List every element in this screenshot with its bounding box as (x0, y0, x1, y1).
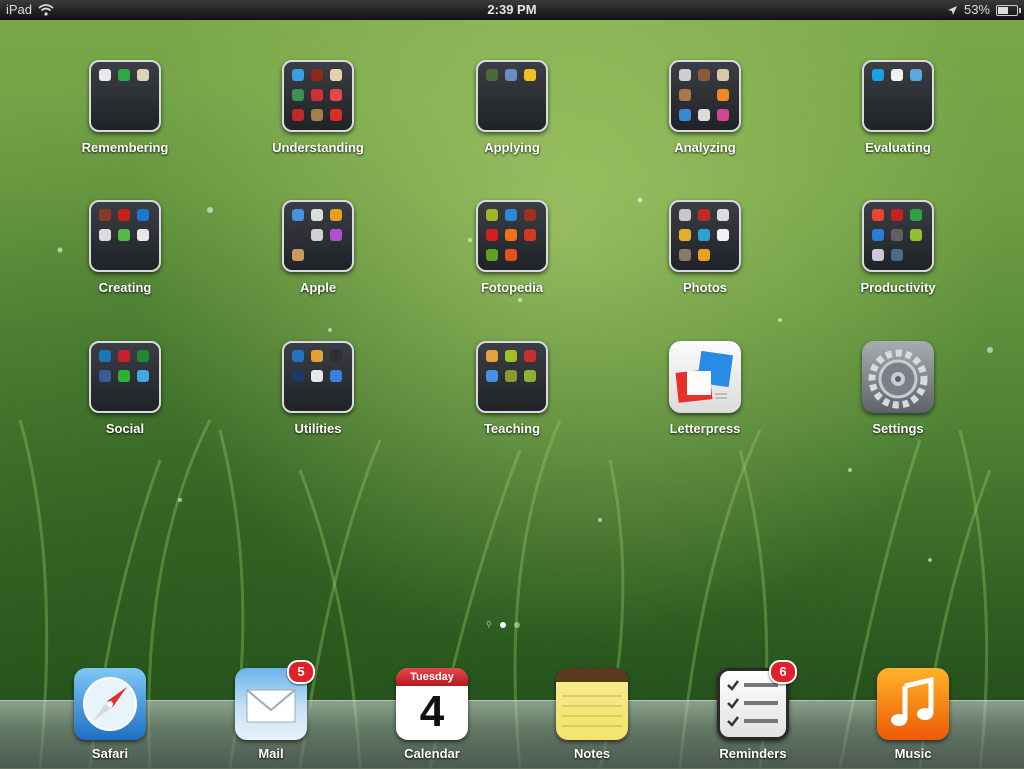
dock-app-mail[interactable]: 5 Mail (235, 660, 315, 761)
page-indicator[interactable]: ⚲ (486, 620, 520, 629)
folder-icon (476, 60, 548, 132)
mail-unread-badge: 5 (287, 660, 315, 684)
folder-icon (282, 200, 354, 272)
reminders-badge: 6 (769, 660, 797, 684)
settings-gear-icon (862, 341, 934, 413)
folder-icon (476, 200, 548, 272)
music-note-icon (877, 668, 949, 740)
folder-label: Productivity (860, 280, 936, 295)
status-bar: iPad 2:39 PM 53% (0, 0, 1024, 20)
letterpress-icon (669, 341, 741, 413)
battery-percent: 53% (963, 2, 990, 17)
page-dot-current (499, 622, 506, 628)
folder-icon (89, 200, 161, 272)
folder-icon (669, 200, 741, 272)
location-arrow-icon (947, 5, 957, 15)
app-settings[interactable]: Settings (862, 341, 934, 436)
folder-icon (862, 60, 934, 132)
folder-label: Remembering (81, 140, 169, 155)
folder-remembering[interactable]: Remembering (82, 60, 168, 155)
dock-label: Notes (573, 746, 611, 761)
dock-app-music[interactable]: Music (877, 668, 949, 761)
folder-icon (669, 60, 741, 132)
folder-label: Fotopedia (480, 280, 544, 295)
dock-label: Safari (91, 746, 129, 761)
app-letterpress[interactable]: Letterpress (669, 341, 741, 436)
calendar-icon: Tuesday 4 (396, 668, 468, 740)
folder-icon (862, 200, 934, 272)
folder-teaching[interactable]: Teaching (476, 341, 548, 436)
dock-label: Calendar (404, 746, 460, 761)
folder-icon (282, 60, 354, 132)
folder-fotopedia[interactable]: Fotopedia (476, 200, 548, 295)
dock-label: Music (894, 746, 932, 761)
folder-apple[interactable]: Apple (282, 200, 354, 295)
calendar-day: 4 (419, 687, 445, 736)
folder-icon (282, 341, 354, 413)
folder-label: Apple (299, 280, 337, 295)
notes-pad-icon (556, 668, 628, 740)
folder-icon (476, 341, 548, 413)
folder-label: Photos (682, 280, 728, 295)
battery-level (998, 6, 1008, 14)
safari-compass-icon (74, 668, 146, 740)
battery-icon (996, 4, 1021, 16)
folder-understanding[interactable]: Understanding (272, 60, 364, 155)
app-label: Settings (872, 421, 924, 436)
folder-creating[interactable]: Creating (89, 200, 161, 295)
dock-app-notes[interactable]: Notes (556, 668, 628, 761)
dock-app-calendar[interactable]: Tuesday 4 Calendar (396, 668, 468, 761)
folder-icon (89, 341, 161, 413)
dock-app-reminders[interactable]: 6 Reminders (717, 660, 797, 761)
folder-icon (89, 60, 161, 132)
spotlight-search-icon: ⚲ (486, 620, 492, 629)
folder-label: Analyzing (674, 140, 736, 155)
folder-label: Teaching (483, 421, 541, 436)
dock-label: Reminders (719, 746, 787, 761)
clock: 2:39 PM (487, 2, 537, 17)
page-dot (513, 622, 520, 628)
folder-label: Social (105, 421, 145, 436)
dock-app-safari[interactable]: Safari (74, 668, 146, 761)
folder-label: Creating (98, 280, 152, 295)
gear-icon (868, 349, 928, 409)
folder-photos[interactable]: Photos (669, 200, 741, 295)
folder-analyzing[interactable]: Analyzing (669, 60, 741, 155)
folder-social[interactable]: Social (89, 341, 161, 436)
folder-label: Applying (484, 140, 540, 155)
folder-utilities[interactable]: Utilities (282, 341, 354, 436)
folder-label: Understanding (272, 140, 364, 155)
folder-label: Utilities (294, 421, 342, 436)
folder-productivity[interactable]: Productivity (860, 200, 936, 295)
app-label: Letterpress (669, 421, 741, 436)
folder-evaluating[interactable]: Evaluating (862, 60, 934, 155)
dock-label: Mail (258, 746, 284, 761)
letterpress-logo (675, 350, 734, 403)
calendar-weekday: Tuesday (396, 668, 468, 686)
folder-applying[interactable]: Applying (476, 60, 548, 155)
folder-label: Evaluating (865, 140, 931, 155)
